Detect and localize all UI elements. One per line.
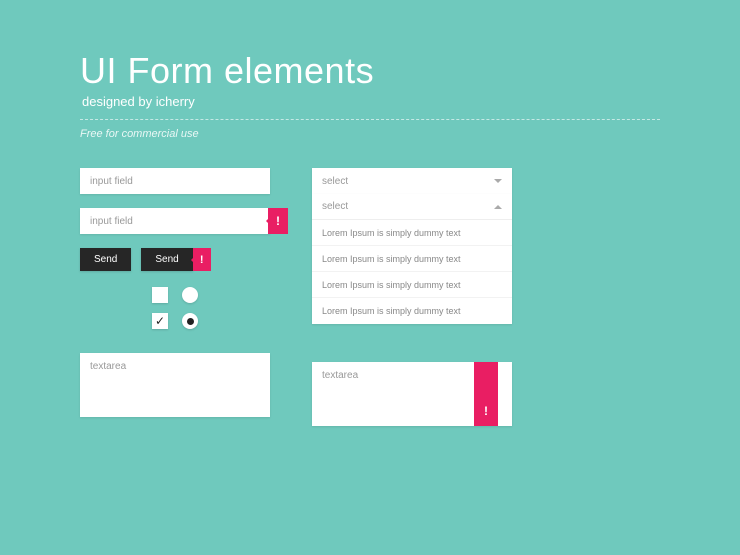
select-open: select Lorem Ipsum is simply dummy text … [312,194,512,324]
radio-unchecked[interactable] [182,287,198,303]
send-button-error[interactable]: Send ! [141,248,192,271]
checkbox-row-checked: ✓ [80,313,270,329]
checkbox-checked[interactable]: ✓ [152,313,168,329]
text-input[interactable]: input field [80,168,270,194]
button-label: Send [94,254,117,265]
right-column: select select Lorem Ipsum is simply dumm… [312,168,512,426]
error-tip-icon [494,406,502,414]
license-note: Free for commercial use [80,128,660,140]
form-grid: input field input field ! Send Send ! ✓ [80,168,660,426]
select-option[interactable]: Lorem Ipsum is simply dummy text [312,220,512,246]
select-option[interactable]: Lorem Ipsum is simply dummy text [312,246,512,272]
textarea-error[interactable]: textarea ! [312,362,512,426]
checkbox-unchecked[interactable] [152,287,168,303]
text-input-error[interactable]: input field ! [80,208,270,234]
input-placeholder: input field [90,216,133,227]
radio-dot-icon [187,318,194,325]
error-badge-icon: ! [268,208,288,234]
select-closed[interactable]: select [312,168,512,194]
textarea[interactable]: textarea [80,353,270,417]
select-option[interactable]: Lorem Ipsum is simply dummy text [312,298,512,324]
button-label: Send [155,254,178,265]
error-badge-icon: ! [484,404,488,418]
chevron-up-icon [494,201,502,209]
check-icon: ✓ [155,314,165,328]
chevron-down-icon [494,179,502,187]
button-row: Send Send ! [80,248,270,271]
radio-checked[interactable] [182,313,198,329]
error-badge-icon: ! [193,248,211,271]
input-placeholder: input field [90,176,133,187]
divider [80,119,660,120]
select-option[interactable]: Lorem Ipsum is simply dummy text [312,272,512,298]
left-column: input field input field ! Send Send ! ✓ [80,168,270,426]
select-header[interactable]: select [312,194,512,220]
error-strip: ! [474,362,498,426]
page-title: UI Form elements [80,50,660,92]
checkbox-row [80,287,270,303]
select-label: select [322,201,348,212]
select-label: select [322,176,348,187]
send-button[interactable]: Send [80,248,131,271]
page-subtitle: designed by icherry [82,94,660,109]
textarea-placeholder: textarea [322,370,358,381]
textarea-placeholder: textarea [90,361,126,372]
header: UI Form elements designed by icherry [80,50,660,109]
